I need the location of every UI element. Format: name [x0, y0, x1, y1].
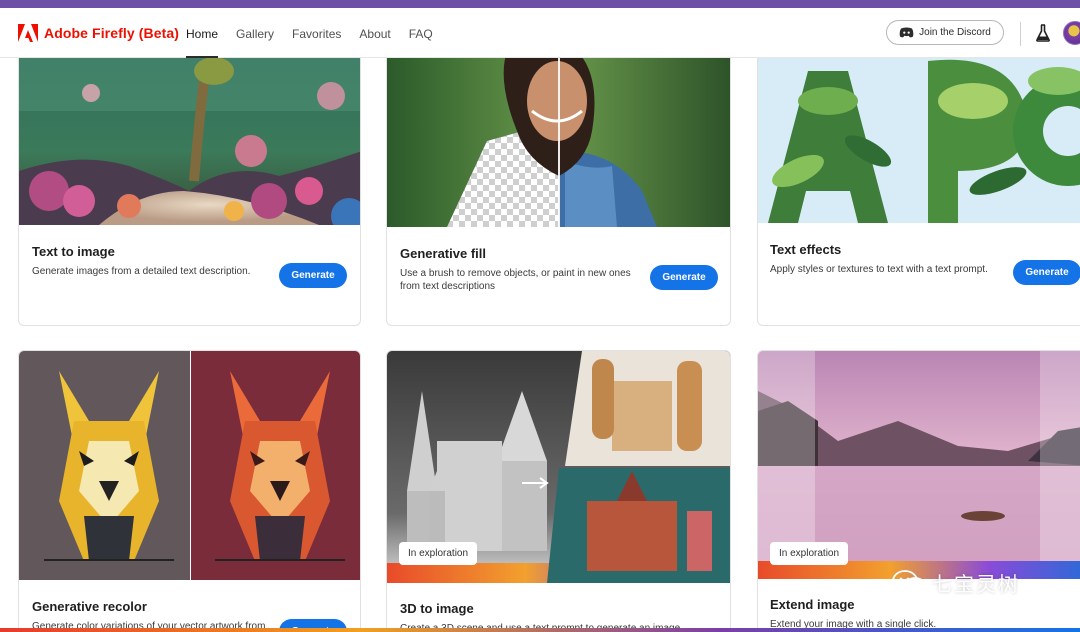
flask-icon[interactable] [1036, 24, 1050, 42]
main-nav: Home Gallery Favorites About FAQ [186, 27, 451, 58]
discord-icon [899, 27, 914, 38]
nav-favorites[interactable]: Favorites [292, 27, 341, 41]
card-title: Extend image [770, 597, 855, 612]
nav-faq[interactable]: FAQ [409, 27, 433, 41]
top-accent-bar [0, 0, 1080, 8]
in-exploration-badge: In exploration [770, 542, 849, 565]
nav-gallery[interactable]: Gallery [236, 27, 274, 41]
card-text-to-image[interactable]: Text to image Generate images from a det… [18, 40, 361, 326]
join-discord-button[interactable]: Join the Discord [886, 20, 1004, 45]
card-description: Generate images from a detailed text des… [32, 266, 251, 277]
card-generative-fill[interactable]: Generative fill Use a brush to remove ob… [386, 40, 731, 326]
card-3d-to-image[interactable]: In exploration 3D to image Create a 3D s… [386, 350, 731, 632]
leaf-letters-image [758, 41, 1080, 223]
user-avatar[interactable] [1063, 21, 1080, 45]
watermark-text: 七宝灵树 [932, 572, 1020, 596]
header-divider [1020, 22, 1021, 46]
card-title: Text effects [770, 242, 842, 257]
discord-label: Join the Discord [919, 27, 991, 38]
card-title: Text to image [32, 244, 115, 259]
card-title: Generative fill [400, 246, 486, 261]
portrait-fill-image [387, 41, 730, 227]
card-description: Use a brush to remove objects, or paint … [400, 268, 631, 292]
watermark: 七宝灵树 [892, 568, 1020, 597]
generate-button[interactable]: Generate [650, 265, 718, 290]
adobe-logo[interactable]: Adobe Firefly (Beta) [18, 24, 179, 42]
nav-about[interactable]: About [359, 27, 390, 41]
generate-button[interactable]: Generate [1013, 260, 1080, 285]
adobe-logo-icon [18, 24, 38, 42]
in-exploration-badge: In exploration [399, 542, 478, 565]
bottom-gradient-strip [0, 628, 1080, 632]
card-generative-recolor[interactable]: Generative recolor Generate color variat… [18, 350, 361, 632]
site-header: Adobe Firefly (Beta) Home Gallery Favori… [0, 8, 1080, 58]
card-description: Apply styles or textures to text with a … [770, 264, 988, 275]
brand-name: Adobe Firefly (Beta) [44, 25, 180, 41]
wechat-icon [892, 569, 926, 595]
card-title: 3D to image [400, 601, 474, 616]
card-text-effects[interactable]: Text effects Apply styles or textures to… [757, 40, 1080, 326]
card-title: Generative recolor [32, 599, 147, 614]
dog-recolor-image [19, 351, 360, 580]
generate-button[interactable]: Generate [279, 263, 347, 288]
nav-home[interactable]: Home [186, 27, 219, 58]
fantasy-garden-image [19, 41, 360, 225]
